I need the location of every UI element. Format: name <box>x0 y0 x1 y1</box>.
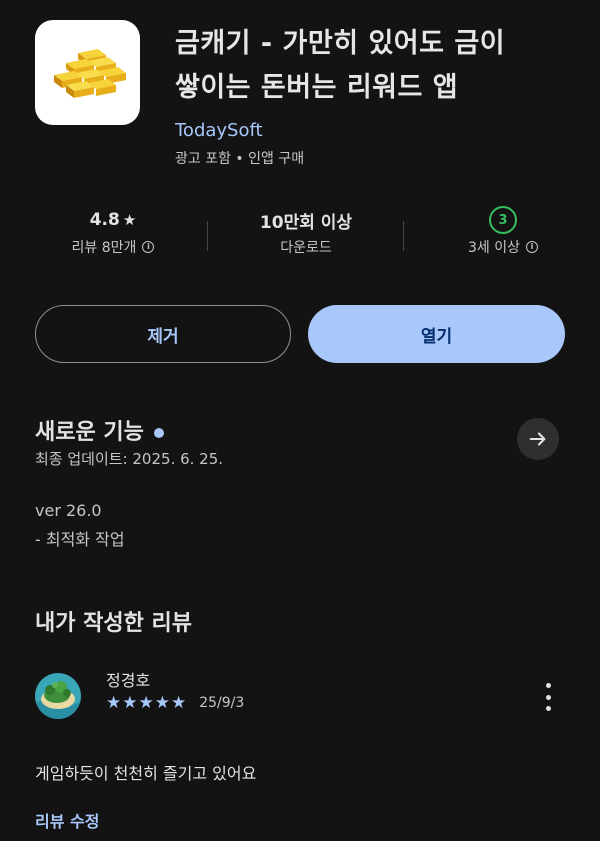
reviews-count: 리뷰 8만개 <box>71 240 137 256</box>
review-date: 25/9/3 <box>199 695 245 711</box>
divider <box>207 221 208 251</box>
app-icon <box>35 20 140 125</box>
open-button[interactable]: 열기 <box>308 305 565 363</box>
whats-new-arrow-button[interactable] <box>517 418 559 460</box>
more-options-icon[interactable] <box>538 683 558 711</box>
age-rating-label: 3세 이상 <box>468 240 520 256</box>
release-note-item: - 최적화 작업 <box>35 530 125 549</box>
info-icon: i <box>526 241 538 253</box>
age-rating-stat[interactable]: 3 3세 이상 i <box>425 205 581 257</box>
age-rating-badge: 3 <box>489 206 517 234</box>
ads-iap-info: 광고 포함 • 인앱 구매 <box>175 151 305 167</box>
reviewer-name: 정경호 <box>106 671 151 690</box>
version-text: ver 26.0 <box>35 501 102 520</box>
rating-stat[interactable]: 4.8 ★ 리뷰 8만개 i <box>35 205 191 257</box>
island-avatar-icon <box>35 673 81 719</box>
star-rating: ★★★★★ <box>106 693 188 713</box>
arrow-right-icon <box>529 432 546 446</box>
avatar <box>35 673 81 719</box>
info-icon: i <box>142 241 155 253</box>
my-review-title: 내가 작성한 리뷰 <box>35 611 192 636</box>
last-updated: 최종 업데이트: 2025. 6. 25. <box>35 450 224 468</box>
star-icon: ★ <box>122 211 137 229</box>
app-title-line-1: 금캐기 - 가만히 있어도 금이 <box>175 28 506 59</box>
downloads-value: 10만회 이상 <box>259 212 353 233</box>
app-title-line-2: 쌓이는 돈버는 리워드 앱 <box>175 72 459 103</box>
app-title: 금캐기 - 가만히 있어도 금이 쌓이는 돈버는 리워드 앱 <box>175 22 575 110</box>
downloads-stat: 10만회 이상 다운로드 <box>228 205 384 257</box>
review-text: 게임하듯이 천천히 즐기고 있어요 <box>35 764 257 783</box>
uninstall-button[interactable]: 제거 <box>35 305 291 363</box>
whats-new-section: 새로운 기능 <box>35 414 164 446</box>
new-indicator-dot <box>153 428 164 438</box>
app-details-page: 금캐기 - 가만히 있어도 금이 쌓이는 돈버는 리워드 앱 TodaySoft… <box>0 0 600 841</box>
developer-link[interactable]: TodaySoft <box>175 120 263 141</box>
release-notes: ver 26.0 - 최적화 작업 <box>35 496 125 554</box>
rating-value: 4.8 <box>89 210 120 230</box>
stats-row: 4.8 ★ 리뷰 8만개 i 10만회 이상 다운로드 3 3세 이상 i <box>0 205 600 265</box>
downloads-label: 다운로드 <box>280 240 332 256</box>
whats-new-title: 새로운 기능 <box>35 420 144 445</box>
edit-review-link[interactable]: 리뷰 수정 <box>35 808 99 832</box>
review-rating-row: ★★★★★ 25/9/3 <box>106 693 244 713</box>
divider <box>403 221 404 251</box>
gold-bars-icon <box>53 48 126 98</box>
